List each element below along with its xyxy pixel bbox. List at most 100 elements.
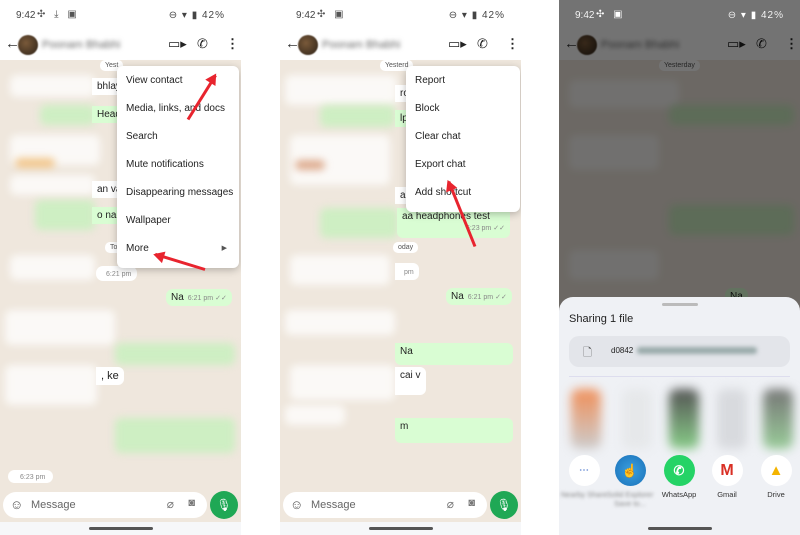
share-app-drive[interactable]: ▲ Drive bbox=[751, 455, 800, 499]
blurred-message bbox=[35, 200, 95, 230]
battery-level: 42% bbox=[201, 10, 225, 21]
menu-item-export-chat[interactable]: Export chat bbox=[406, 151, 520, 179]
message-fragment: cai v bbox=[395, 367, 426, 395]
blurred-message bbox=[290, 255, 390, 285]
mic-button[interactable]: 🎙 bbox=[210, 491, 238, 519]
share-app-targets: ⋯ Nearby Share ☝ Solid Explorer Save to.… bbox=[559, 455, 800, 515]
mic-icon: 🎙 bbox=[216, 498, 232, 512]
phone-screen-chat-menu: 9:42 ✣ ⤓ ▣ ⊖ ▾ ▮ 42% ← Poonam Bhabhi ▭▸ … bbox=[0, 0, 241, 535]
more-vert-icon[interactable]: ⋮ bbox=[226, 36, 239, 52]
shared-file-card: 🗋 d0842 bbox=[569, 336, 790, 367]
blurred-message bbox=[10, 75, 95, 97]
battery-level: 42% bbox=[760, 10, 784, 21]
avatar[interactable] bbox=[18, 35, 38, 55]
menu-item-disappearing-messages[interactable]: Disappearing messages bbox=[117, 179, 239, 207]
system-icons: ⊖ ▾ ▮ 42% bbox=[168, 10, 225, 21]
direct-share-target[interactable] bbox=[763, 389, 793, 449]
solid-explorer-icon: ☝ bbox=[614, 455, 646, 486]
share-app-nearby-share[interactable]: ⋯ Nearby Share bbox=[559, 455, 609, 499]
direct-share-target[interactable] bbox=[622, 389, 652, 449]
video-call-icon[interactable]: ▭▸ bbox=[448, 36, 467, 52]
attach-icon[interactable]: ⌀ bbox=[167, 497, 174, 511]
whatsapp-icon: ✆ bbox=[663, 455, 695, 486]
emoji-icon[interactable]: ☺ bbox=[10, 497, 23, 512]
menu-item-clear-chat[interactable]: Clear chat bbox=[406, 123, 520, 151]
voice-call-icon[interactable]: ✆ bbox=[477, 36, 488, 52]
blurred-message bbox=[10, 255, 95, 280]
direct-share-target[interactable] bbox=[571, 389, 601, 449]
menu-item-view-contact[interactable]: View contact bbox=[117, 67, 239, 95]
blurred-message bbox=[115, 343, 235, 365]
notification-icons: ✣ ▣ bbox=[596, 9, 626, 20]
blurred-message bbox=[40, 105, 95, 125]
gesture-navbar bbox=[559, 522, 800, 535]
chat-header: ← Poonam Bhabhi ▭▸ ✆ ⋮ bbox=[280, 30, 521, 60]
contact-name[interactable]: Poonam Bhabhi bbox=[42, 39, 120, 51]
system-icons: ⊖ ▾ ▮ 42% bbox=[727, 10, 784, 21]
status-time: 9:42 bbox=[296, 10, 316, 21]
nearby-share-icon: ⋯ bbox=[568, 455, 600, 486]
chat-header: ← Poonam Bhabhi ▭▸ ✆ ⋮ bbox=[0, 30, 241, 60]
blurred-message bbox=[5, 365, 97, 405]
menu-item-add-shortcut[interactable]: Add shortcut bbox=[406, 179, 520, 207]
outgoing-message: Na 6:21 pm ✓✓ bbox=[446, 288, 512, 305]
emoji-icon[interactable]: ☺ bbox=[290, 497, 303, 512]
file-name: d0842 bbox=[611, 346, 634, 355]
contact-name[interactable]: Poonam Bhabhi bbox=[322, 39, 400, 51]
message-timestamp: 6:21 pm bbox=[96, 266, 138, 281]
status-bar-overlay: 9:42 ✣ ▣ ⊖ ▾ ▮ 42% bbox=[559, 0, 800, 30]
home-indicator[interactable] bbox=[647, 527, 712, 530]
blurred-message bbox=[5, 310, 115, 345]
menu-item-media-links-docs[interactable]: Media, links, and docs bbox=[117, 95, 239, 123]
blurred-message bbox=[290, 365, 395, 400]
mic-button[interactable]: 🎙 bbox=[490, 491, 518, 519]
outgoing-message: Na bbox=[395, 343, 513, 365]
camera-icon[interactable]: ◙ bbox=[188, 497, 195, 509]
more-vert-icon[interactable]: ⋮ bbox=[506, 36, 519, 52]
blurred-message bbox=[285, 405, 345, 425]
message-input[interactable]: Message bbox=[31, 499, 76, 511]
blurred-message bbox=[285, 75, 397, 105]
blurred-sticker bbox=[15, 158, 55, 168]
voice-call-icon[interactable]: ✆ bbox=[197, 36, 208, 52]
blurred-message bbox=[115, 418, 235, 453]
share-app-gmail[interactable]: M Gmail bbox=[702, 455, 752, 499]
share-app-solid-explorer[interactable]: ☝ Solid Explorer Save to... bbox=[605, 455, 655, 508]
video-call-icon[interactable]: ▭▸ bbox=[168, 36, 187, 52]
direct-share-target[interactable] bbox=[669, 389, 699, 449]
camera-icon[interactable]: ◙ bbox=[468, 497, 475, 509]
share-app-whatsapp[interactable]: ✆ WhatsApp bbox=[654, 455, 704, 499]
menu-item-search[interactable]: Search bbox=[117, 123, 239, 151]
status-bar: 9:42 ✣ ▣ ⊖ ▾ ▮ 42% bbox=[280, 0, 521, 30]
date-pill: oday bbox=[393, 242, 419, 253]
notification-icons: ✣ ⤓ ▣ bbox=[37, 9, 80, 20]
file-icon: 🗋 bbox=[583, 347, 592, 359]
blurred-message bbox=[320, 208, 398, 238]
message-fragment: , ke bbox=[96, 367, 124, 385]
direct-share-target[interactable] bbox=[717, 389, 747, 449]
message-composer: ☺ Message ⌀ ◙ bbox=[3, 492, 207, 518]
sheet-drag-handle[interactable] bbox=[661, 303, 698, 306]
share-sheet: Sharing 1 file 🗋 d0842 ⋯ Nearby Share ☝ … bbox=[559, 297, 800, 535]
home-indicator[interactable] bbox=[88, 527, 153, 530]
menu-item-report[interactable]: Report bbox=[406, 67, 520, 95]
home-indicator[interactable] bbox=[368, 527, 433, 530]
chevron-right-icon: ▶ bbox=[221, 245, 227, 252]
divider bbox=[569, 376, 790, 377]
blurred-message bbox=[10, 175, 95, 195]
phone-screen-more-menu: 9:42 ✣ ▣ ⊖ ▾ ▮ 42% ← Poonam Bhabhi ▭▸ ✆ … bbox=[280, 0, 521, 535]
avatar[interactable] bbox=[298, 35, 318, 55]
battery-level: 42% bbox=[481, 10, 505, 21]
menu-item-mute-notifications[interactable]: Mute notifications bbox=[117, 151, 239, 179]
blurred-sticker bbox=[295, 160, 325, 170]
outgoing-message: Na 6:21 pm ✓✓ bbox=[166, 289, 232, 306]
menu-item-wallpaper[interactable]: Wallpaper bbox=[117, 207, 239, 235]
message-timestamp: pm bbox=[395, 263, 419, 280]
outgoing-message: m bbox=[395, 418, 513, 443]
attach-icon[interactable]: ⌀ bbox=[447, 497, 454, 511]
menu-item-block[interactable]: Block bbox=[406, 95, 520, 123]
direct-share-targets bbox=[567, 389, 800, 449]
message-input[interactable]: Message bbox=[311, 499, 356, 511]
mic-icon: 🎙 bbox=[496, 498, 512, 512]
share-title: Sharing 1 file bbox=[569, 313, 634, 325]
